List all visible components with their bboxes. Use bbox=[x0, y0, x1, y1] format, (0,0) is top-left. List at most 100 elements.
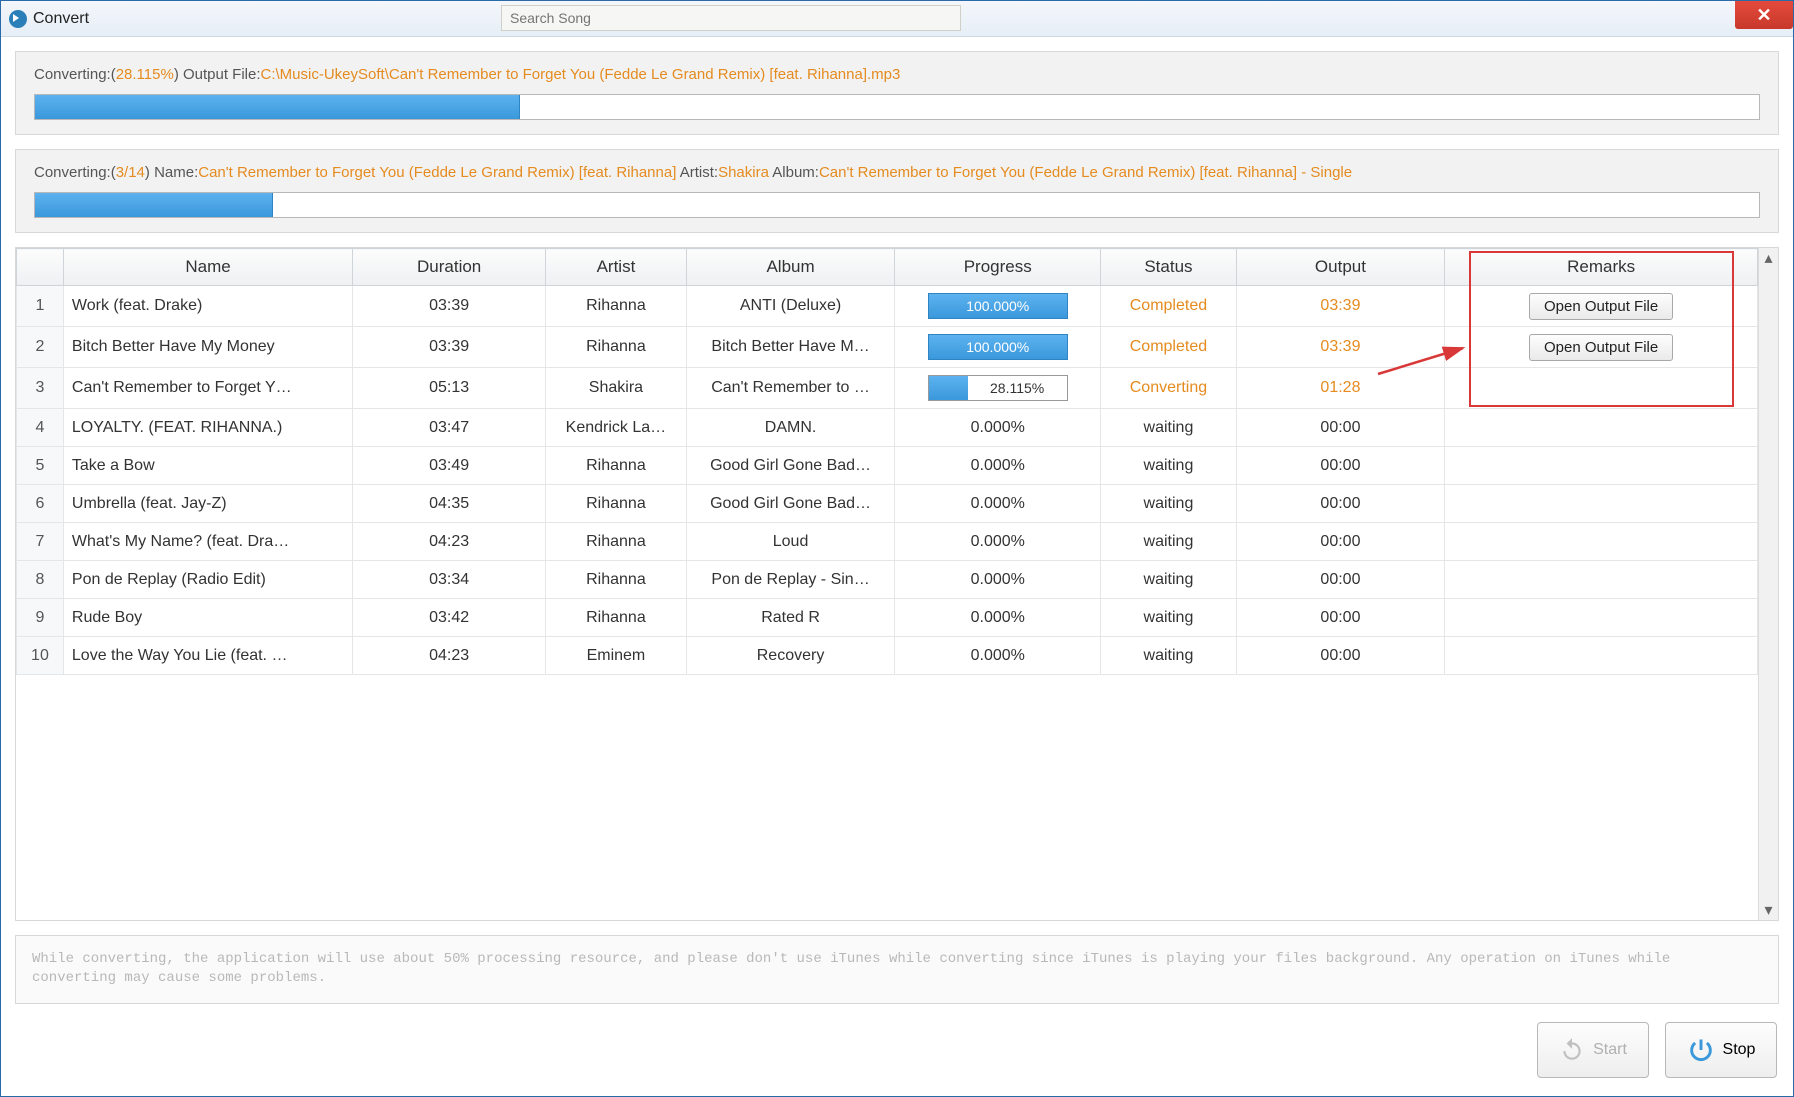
open-output-button[interactable]: Open Output File bbox=[1529, 334, 1673, 361]
open-output-button[interactable]: Open Output File bbox=[1529, 293, 1673, 320]
row-number: 7 bbox=[17, 523, 64, 561]
cell-artist: Rihanna bbox=[546, 485, 687, 523]
cell-status: waiting bbox=[1101, 409, 1237, 447]
output-file-path: C:\Music-UkeySoft\Can't Remember to Forg… bbox=[261, 66, 901, 83]
cell-duration: 04:35 bbox=[353, 485, 546, 523]
cell-duration: 04:23 bbox=[353, 523, 546, 561]
cell-duration: 05:13 bbox=[353, 368, 546, 409]
col-header-album[interactable]: Album bbox=[686, 249, 895, 286]
cell-output: 03:39 bbox=[1236, 327, 1445, 368]
cell-name: Can't Remember to Forget Y… bbox=[63, 368, 352, 409]
row-number: 8 bbox=[17, 561, 64, 599]
cell-progress: 28.115% bbox=[895, 368, 1101, 409]
cell-remarks bbox=[1445, 523, 1758, 561]
cell-album: DAMN. bbox=[686, 409, 895, 447]
table-row[interactable]: 9Rude Boy03:42RihannaRated R0.000%waitin… bbox=[17, 599, 1758, 637]
track-count: 3/14 bbox=[116, 164, 145, 181]
col-header-duration[interactable]: Duration bbox=[353, 249, 546, 286]
cell-name: LOYALTY. (FEAT. RIHANNA.) bbox=[63, 409, 352, 447]
col-header-remarks[interactable]: Remarks bbox=[1445, 249, 1758, 286]
stop-label: Stop bbox=[1723, 1041, 1756, 1059]
note-text: While converting, the application will u… bbox=[15, 935, 1779, 1004]
cell-remarks: Open Output File bbox=[1445, 327, 1758, 368]
cell-name: Take a Bow bbox=[63, 447, 352, 485]
label-mid: ) Output File: bbox=[174, 66, 261, 83]
cell-artist: Rihanna bbox=[546, 599, 687, 637]
cell-status: waiting bbox=[1101, 447, 1237, 485]
cell-remarks bbox=[1445, 599, 1758, 637]
cell-album: Good Girl Gone Bad… bbox=[686, 447, 895, 485]
table-row[interactable]: 3Can't Remember to Forget Y…05:13Shakira… bbox=[17, 368, 1758, 409]
cell-output: 00:00 bbox=[1236, 485, 1445, 523]
table-row[interactable]: 2Bitch Better Have My Money03:39RihannaB… bbox=[17, 327, 1758, 368]
scroll-up-icon[interactable]: ▴ bbox=[1759, 248, 1778, 268]
cell-output: 00:00 bbox=[1236, 561, 1445, 599]
cell-duration: 03:39 bbox=[353, 286, 546, 327]
track-progress-bar bbox=[34, 192, 1760, 218]
cell-album: Loud bbox=[686, 523, 895, 561]
label-artist: Artist: bbox=[676, 164, 718, 181]
cell-status: waiting bbox=[1101, 485, 1237, 523]
cell-remarks bbox=[1445, 561, 1758, 599]
cell-album: Bitch Better Have M… bbox=[686, 327, 895, 368]
col-header-num[interactable] bbox=[17, 249, 64, 286]
cell-status: waiting bbox=[1101, 561, 1237, 599]
table-scroll[interactable]: Name Duration Artist Album Progress Stat… bbox=[16, 248, 1758, 920]
table-row[interactable]: 1Work (feat. Drake)03:39RihannaANTI (Del… bbox=[17, 286, 1758, 327]
table-row[interactable]: 5Take a Bow03:49RihannaGood Girl Gone Ba… bbox=[17, 447, 1758, 485]
cell-name: Pon de Replay (Radio Edit) bbox=[63, 561, 352, 599]
vertical-scrollbar[interactable]: ▴ ▾ bbox=[1758, 248, 1778, 920]
track-artist: Shakira bbox=[718, 164, 769, 181]
col-header-output[interactable]: Output bbox=[1236, 249, 1445, 286]
col-header-artist[interactable]: Artist bbox=[546, 249, 687, 286]
row-number: 3 bbox=[17, 368, 64, 409]
label-name: ) Name: bbox=[145, 164, 198, 181]
row-number: 1 bbox=[17, 286, 64, 327]
table-row[interactable]: 8Pon de Replay (Radio Edit)03:34RihannaP… bbox=[17, 561, 1758, 599]
search-input[interactable] bbox=[501, 5, 961, 31]
cell-name: Love the Way You Lie (feat. … bbox=[63, 637, 352, 675]
cell-status: Completed bbox=[1101, 286, 1237, 327]
app-icon bbox=[9, 10, 27, 28]
progress-bar-partial: 28.115% bbox=[928, 375, 1068, 401]
track-album: Can't Remember to Forget You (Fedde Le G… bbox=[819, 164, 1352, 181]
scroll-down-icon[interactable]: ▾ bbox=[1759, 900, 1778, 920]
cell-artist: Kendrick La… bbox=[546, 409, 687, 447]
col-header-progress[interactable]: Progress bbox=[895, 249, 1101, 286]
stop-button[interactable]: Stop bbox=[1665, 1022, 1777, 1078]
overall-percent: 28.115% bbox=[116, 66, 174, 83]
cell-artist: Rihanna bbox=[546, 286, 687, 327]
track-name: Can't Remember to Forget You (Fedde Le G… bbox=[198, 164, 676, 181]
col-header-status[interactable]: Status bbox=[1101, 249, 1237, 286]
cell-output: 00:00 bbox=[1236, 409, 1445, 447]
close-icon: ✕ bbox=[1756, 5, 1771, 26]
close-button[interactable]: ✕ bbox=[1735, 1, 1793, 29]
table-row[interactable]: 6Umbrella (feat. Jay-Z)04:35RihannaGood … bbox=[17, 485, 1758, 523]
cell-artist: Shakira bbox=[546, 368, 687, 409]
cell-album: Rated R bbox=[686, 599, 895, 637]
cell-progress: 100.000% bbox=[895, 286, 1101, 327]
cell-album: Can't Remember to … bbox=[686, 368, 895, 409]
cell-status: Completed bbox=[1101, 327, 1237, 368]
progress-bar-full: 100.000% bbox=[928, 293, 1068, 319]
row-number: 10 bbox=[17, 637, 64, 675]
table-row[interactable]: 7What's My Name? (feat. Dra…04:23Rihanna… bbox=[17, 523, 1758, 561]
start-button: Start bbox=[1537, 1022, 1649, 1078]
cell-output: 01:28 bbox=[1236, 368, 1445, 409]
cell-remarks bbox=[1445, 409, 1758, 447]
start-label: Start bbox=[1593, 1041, 1627, 1059]
row-number: 6 bbox=[17, 485, 64, 523]
cell-progress: 0.000% bbox=[895, 409, 1101, 447]
overall-progress-panel: Converting:(28.115%) Output File:C:\Musi… bbox=[15, 51, 1779, 135]
cell-name: Bitch Better Have My Money bbox=[63, 327, 352, 368]
col-header-name[interactable]: Name bbox=[63, 249, 352, 286]
cell-progress: 0.000% bbox=[895, 485, 1101, 523]
cell-artist: Eminem bbox=[546, 637, 687, 675]
cell-output: 00:00 bbox=[1236, 523, 1445, 561]
table-row[interactable]: 10Love the Way You Lie (feat. …04:23Emin… bbox=[17, 637, 1758, 675]
cell-duration: 03:39 bbox=[353, 327, 546, 368]
cell-output: 00:00 bbox=[1236, 447, 1445, 485]
table-row[interactable]: 4LOYALTY. (FEAT. RIHANNA.)03:47Kendrick … bbox=[17, 409, 1758, 447]
convert-window: Convert ✕ Converting:(28.115%) Output Fi… bbox=[0, 0, 1794, 1097]
cell-duration: 03:47 bbox=[353, 409, 546, 447]
